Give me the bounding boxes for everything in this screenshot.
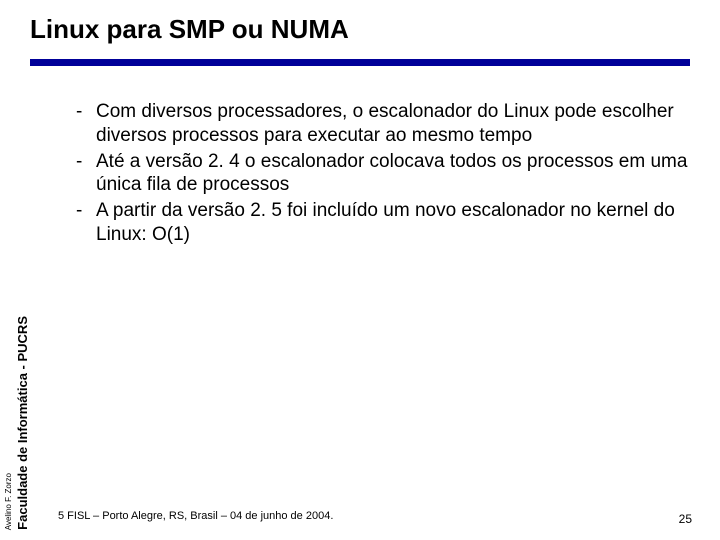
bullet-item: A partir da versão 2. 5 foi incluído um … (70, 199, 690, 247)
horizontal-rule (30, 59, 690, 66)
page-number: 25 (679, 512, 692, 526)
slide-content: Com diversos processadores, o escalonado… (70, 100, 690, 249)
slide-title: Linux para SMP ou NUMA (30, 14, 720, 45)
footer-text: 5 FISL – Porto Alegre, RS, Brasil – 04 d… (58, 510, 333, 522)
institution-label: Faculdade de Informática - PUCRS (15, 312, 30, 530)
bullet-item: Com diversos processadores, o escalonado… (70, 100, 690, 148)
bullet-item: Até a versão 2. 4 o escalonador colocava… (70, 150, 690, 198)
title-area: Linux para SMP ou NUMA (0, 0, 720, 45)
author-label: Avelino F. Zorzo (4, 469, 13, 530)
bullet-list: Com diversos processadores, o escalonado… (70, 100, 690, 247)
sidebar-vertical-labels: Avelino F. Zorzo Faculdade de Informátic… (4, 70, 44, 530)
